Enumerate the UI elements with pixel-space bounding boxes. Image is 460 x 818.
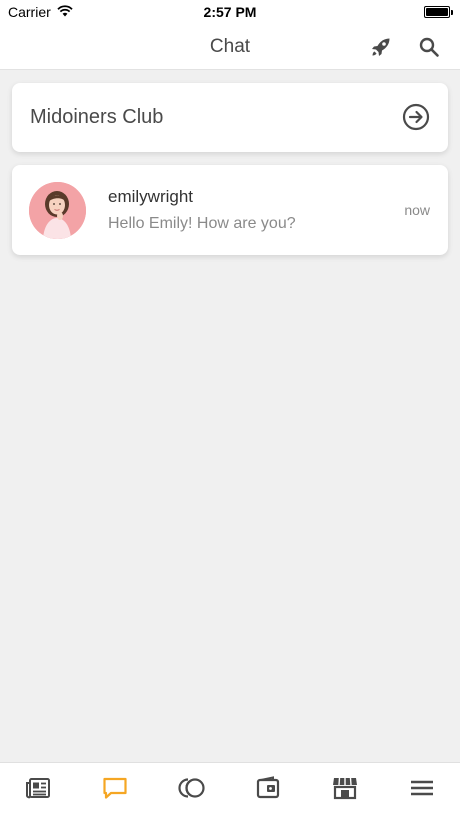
carrier-label: Carrier [8, 4, 51, 20]
news-icon [25, 777, 51, 804]
chat-icon [102, 776, 128, 805]
search-icon[interactable] [417, 35, 441, 59]
club-title: Midoiners Club [30, 106, 164, 128]
club-card[interactable]: Midoiners Club [12, 83, 448, 152]
store-icon [332, 776, 358, 805]
chat-timestamp: now [404, 202, 430, 218]
avatar [29, 182, 86, 239]
list-item[interactable]: emilywright Hello Emily! How are you? no… [12, 165, 448, 255]
wallet-icon [256, 776, 280, 805]
rocket-icon[interactable] [369, 35, 393, 59]
chat-message-preview: Hello Emily! How are you? [108, 215, 296, 232]
status-left: Carrier [8, 4, 73, 20]
tab-store[interactable] [315, 763, 375, 818]
tab-coins[interactable] [162, 763, 222, 818]
chat-name: emilywright [108, 187, 194, 206]
tab-wallet[interactable] [238, 763, 298, 818]
menu-icon [410, 778, 434, 803]
status-bar: Carrier 2:57 PM [0, 0, 460, 24]
arrow-right-circle-icon[interactable] [402, 103, 430, 131]
tab-menu[interactable] [392, 763, 452, 818]
nav-bar: Chat [0, 24, 460, 70]
tab-bar [0, 762, 460, 818]
coins-icon [178, 777, 206, 804]
wifi-icon [57, 4, 73, 20]
tab-news[interactable] [8, 763, 68, 818]
tab-chat[interactable] [85, 763, 145, 818]
battery-icon [424, 6, 453, 18]
